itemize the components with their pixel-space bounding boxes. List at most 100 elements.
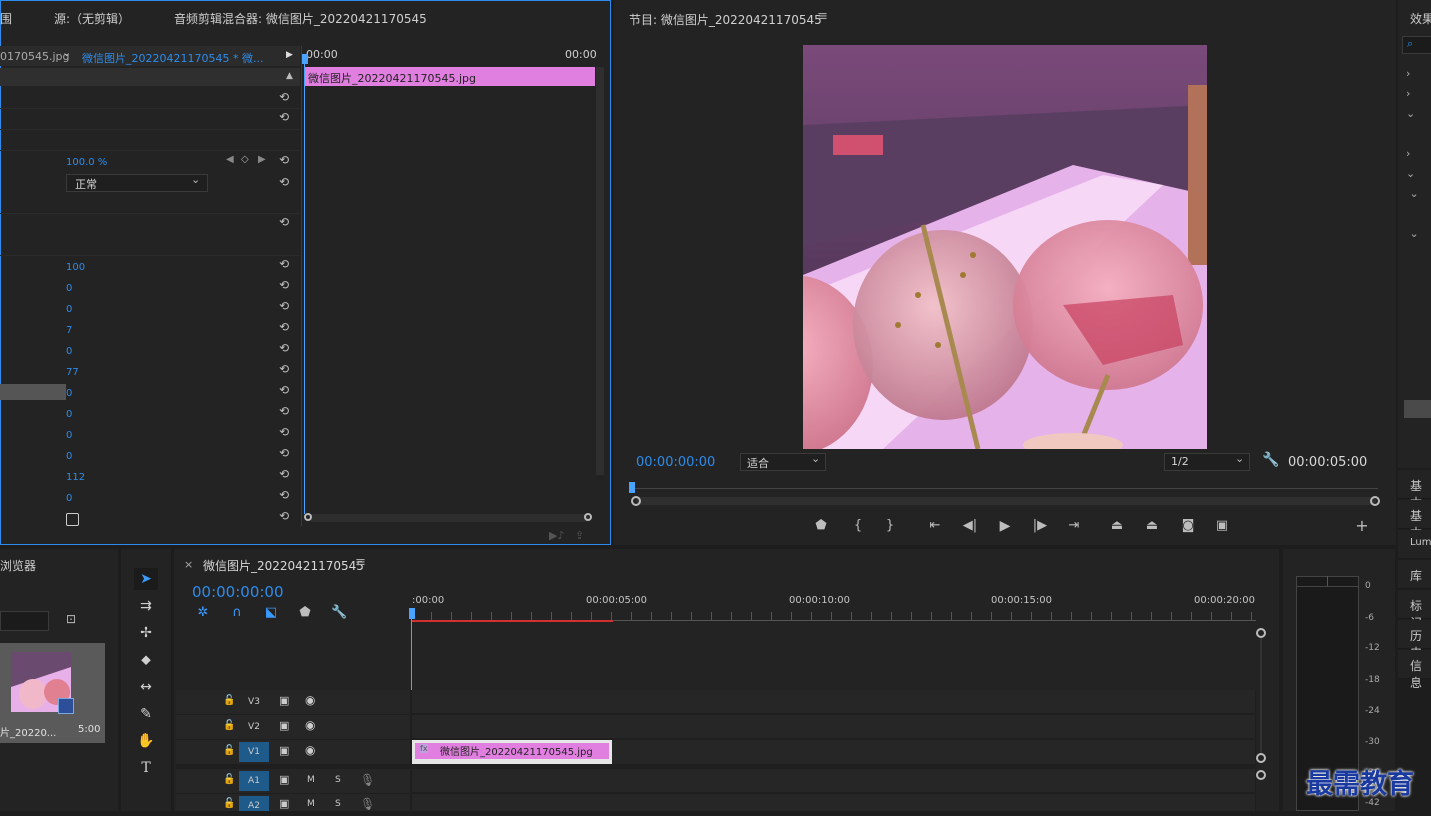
side-tab-lumetri[interactable]: Lum [1398, 530, 1431, 559]
collapse-up-icon[interactable]: ▲ [286, 71, 293, 81]
effects-selected-item[interactable] [1404, 400, 1431, 418]
camera-icon[interactable]: ◙ [1179, 518, 1197, 534]
chevron-down-icon[interactable]: ⌄ [62, 46, 71, 59]
checkbox[interactable] [66, 513, 79, 526]
prev-keyframe-icon[interactable]: ◀ [226, 154, 234, 165]
scroll-handle[interactable] [1256, 753, 1266, 763]
add-keyframe-icon[interactable]: ◇ [241, 154, 249, 165]
blend-mode-select[interactable]: 正常 ⌄ [66, 173, 208, 192]
v-scrollbar[interactable] [1260, 638, 1262, 753]
selection-tool-icon[interactable]: ➤ [134, 568, 158, 590]
param-value[interactable]: 77 [66, 367, 79, 378]
param-value[interactable]: 0 [66, 493, 72, 504]
lock-icon[interactable]: 🔓 [223, 745, 235, 756]
timeline-title[interactable]: 微信图片_20220421170545 [203, 557, 364, 574]
go-to-out-icon[interactable]: ⇥ [1065, 518, 1083, 534]
tab-effect-controls[interactable]: 围 [0, 10, 12, 27]
export-icon[interactable]: ⇪ [575, 529, 584, 542]
wrench-icon[interactable]: 🔧 [1262, 452, 1279, 468]
close-icon[interactable]: × [184, 558, 193, 571]
step-forward-icon[interactable]: |▶ [1031, 518, 1049, 534]
project-title[interactable]: 浏览器 [0, 557, 36, 574]
side-tab-basic2[interactable]: 基本 [1398, 500, 1431, 540]
track-lane-a2[interactable] [412, 794, 1255, 811]
param-value[interactable]: 0 [66, 304, 72, 315]
param-value[interactable]: 0 [66, 283, 72, 294]
ec-zoom-scrollbar[interactable] [309, 514, 589, 522]
compare-icon[interactable]: ▣ [1212, 518, 1232, 534]
microphone-icon[interactable]: 🎙 [360, 773, 375, 787]
reset-icon[interactable]: ⟲ [279, 489, 293, 501]
play-icon[interactable]: ▶ [996, 518, 1014, 534]
side-tab-basic[interactable]: 基本 [1398, 470, 1431, 510]
track-lane-a1[interactable] [412, 769, 1255, 792]
side-tab-markers[interactable]: 标记 [1398, 590, 1431, 630]
program-playhead[interactable] [629, 482, 635, 493]
reset-icon[interactable]: ⟲ [279, 258, 293, 270]
opacity-value[interactable]: 100.0 % [66, 157, 107, 168]
param-value[interactable]: 0 [66, 451, 72, 462]
track-select-tool-icon[interactable]: ⇉ [134, 595, 158, 617]
ec-scrollbar[interactable] [596, 67, 604, 475]
reset-icon[interactable]: ⟲ [279, 405, 293, 417]
menu-icon[interactable]: ≡ [817, 9, 828, 24]
param-value[interactable]: 7 [66, 325, 72, 336]
source-clip-name[interactable]: 0170545.jpg [0, 50, 70, 63]
reset-icon[interactable]: ⟲ [279, 300, 293, 312]
sync-lock-icon[interactable]: ▣ [279, 797, 289, 810]
add-marker-icon[interactable]: ⬟ [297, 605, 313, 621]
razor-tool-icon[interactable]: ⬥ [134, 649, 158, 671]
effects-search-input[interactable]: ⌕ [1402, 36, 1431, 54]
extract-icon[interactable]: ⏏ [1142, 518, 1162, 534]
zoom-handle-left[interactable] [304, 513, 312, 521]
effects-tree[interactable]: › › ⌄ › ⌄ ⌄ ⌄ [1406, 64, 1419, 244]
lock-icon[interactable]: 🔓 [223, 720, 235, 731]
reset-icon[interactable]: ⟲ [279, 426, 293, 438]
sync-lock-icon[interactable]: ▣ [279, 773, 289, 786]
mute-button[interactable]: M [307, 799, 315, 809]
lift-icon[interactable]: ⏏ [1107, 518, 1127, 534]
microphone-icon[interactable]: 🎙 [360, 797, 375, 811]
mute-button[interactable]: M [307, 775, 315, 785]
param-value[interactable]: 0 [66, 409, 72, 420]
type-tool-icon[interactable]: T [134, 757, 158, 779]
next-keyframe-icon[interactable]: ▶ [258, 154, 266, 165]
lock-icon[interactable]: 🔓 [223, 774, 235, 785]
program-current-timecode[interactable]: 00:00:00:00 [636, 455, 715, 470]
zoom-handle-left[interactable] [631, 496, 641, 506]
linked-selection-icon[interactable]: ⬕ [263, 605, 279, 621]
lock-icon[interactable]: 🔓 [223, 695, 235, 706]
add-button-icon[interactable]: + [1354, 518, 1370, 534]
filter-icon[interactable]: ▶♪ [549, 529, 564, 542]
solo-button[interactable]: S [335, 799, 341, 809]
tab-source[interactable]: 源:（无剪辑） [54, 10, 130, 27]
step-back-icon[interactable]: ◀| [961, 518, 979, 534]
reset-icon[interactable]: ⟲ [279, 447, 293, 459]
track-label-v1[interactable]: V1 [239, 742, 269, 762]
param-value[interactable]: 100 [66, 262, 85, 273]
reset-icon[interactable]: ⟲ [279, 468, 293, 480]
sync-lock-icon[interactable]: ▣ [279, 744, 289, 757]
reset-icon[interactable]: ⟲ [279, 363, 293, 375]
side-tab-libraries[interactable]: 库 [1398, 560, 1431, 589]
ec-playhead[interactable] [302, 54, 308, 64]
slip-tool-icon[interactable]: ↔ [134, 676, 158, 698]
tab-audio-clip-mixer[interactable]: 音频剪辑混合器: 微信图片_20220421170545 [174, 10, 427, 27]
track-label-v3[interactable]: V3 [239, 692, 269, 712]
ec-clip-bar[interactable]: 微信图片_20220421170545.jpg [305, 67, 595, 86]
track-label-v2[interactable]: V2 [239, 717, 269, 737]
reset-icon[interactable]: ⟲ [279, 216, 293, 228]
effects-title[interactable]: 效果 [1410, 10, 1431, 27]
reset-icon[interactable]: ⟲ [279, 510, 293, 522]
side-tab-info[interactable]: 信息 [1398, 650, 1431, 690]
nest-icon[interactable]: ✲ [195, 605, 211, 621]
param-value[interactable]: 0 [66, 388, 72, 399]
sync-lock-icon[interactable]: ▣ [279, 719, 289, 732]
resolution-select[interactable]: 1/2 ⌄ [1164, 452, 1250, 471]
mark-in-icon[interactable]: { [850, 518, 866, 534]
go-to-in-icon[interactable]: ⇤ [926, 518, 944, 534]
pen-tool-icon[interactable]: ✎ [134, 703, 158, 725]
side-tab-history[interactable]: 历史 [1398, 620, 1431, 660]
fit-select[interactable]: 适合 ⌄ [740, 452, 826, 471]
menu-icon[interactable]: ≡ [355, 555, 366, 570]
